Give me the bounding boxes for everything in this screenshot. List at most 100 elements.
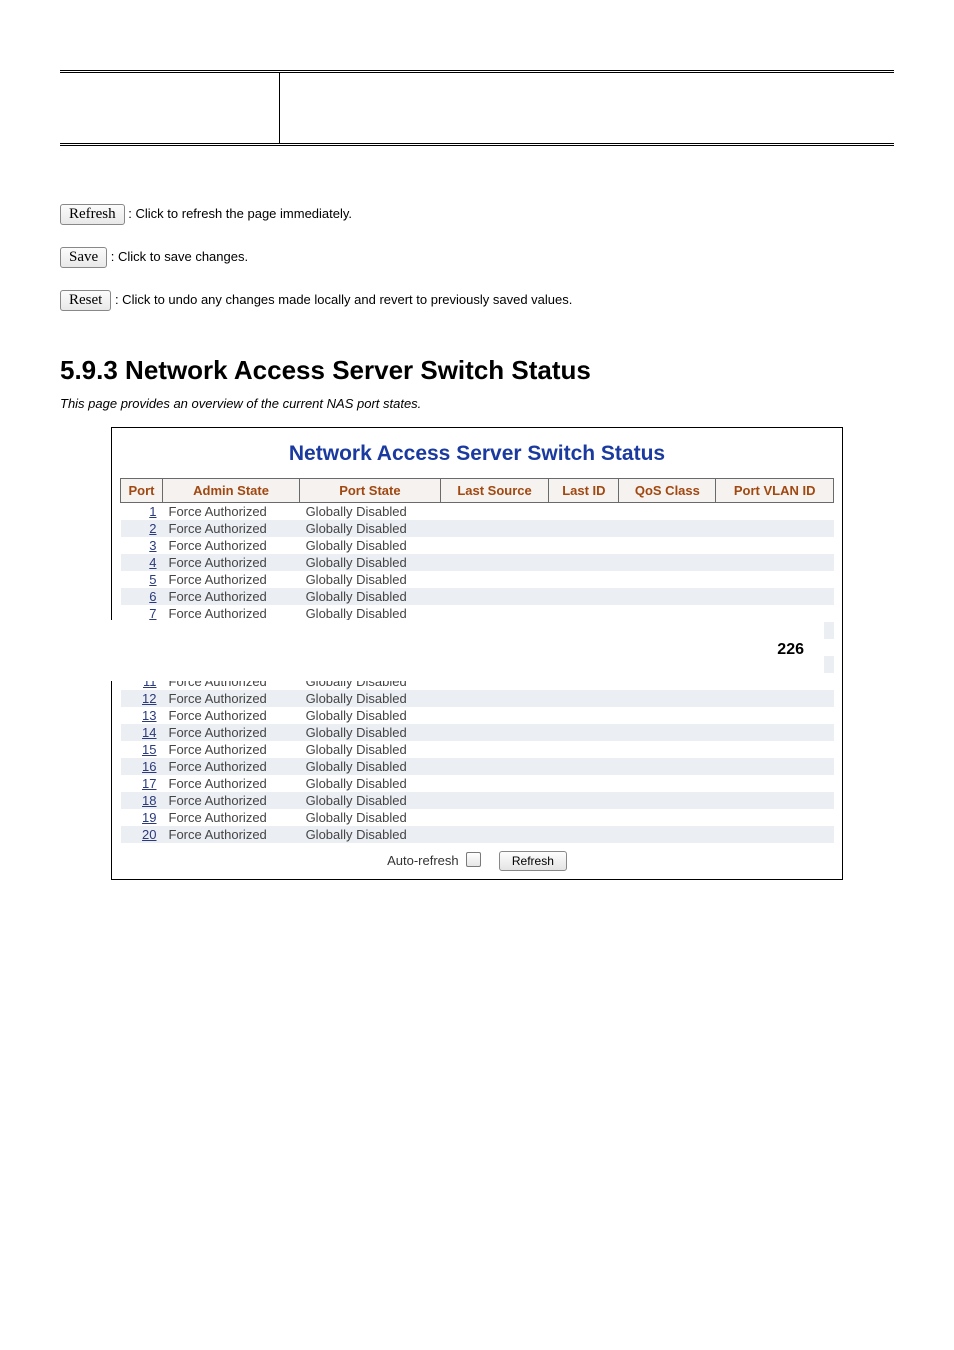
admin-state-cell: Force Authorized [163, 503, 300, 521]
vlan-cell [716, 690, 834, 707]
port-link[interactable]: 18 [121, 792, 163, 809]
port-state-cell: Globally Disabled [300, 809, 441, 826]
qos-cell [619, 724, 716, 741]
port-state-cell: Globally Disabled [300, 554, 441, 571]
port-state-cell: Globally Disabled [300, 707, 441, 724]
refresh-button[interactable]: Refresh [60, 204, 125, 225]
vlan-cell [716, 792, 834, 809]
panel-title: Network Access Server Switch Status [112, 428, 842, 478]
port-state-cell: Globally Disabled [300, 690, 441, 707]
qos-cell [619, 588, 716, 605]
last-id-cell [549, 503, 619, 521]
qos-cell [619, 758, 716, 775]
last-source-cell [440, 724, 549, 741]
col-qos-class: QoS Class [619, 479, 716, 503]
admin-state-cell: Force Authorized [163, 707, 300, 724]
port-link[interactable]: 19 [121, 809, 163, 826]
vlan-cell [716, 809, 834, 826]
admin-state-cell: Force Authorized [163, 537, 300, 554]
last-source-cell [440, 741, 549, 758]
save-button[interactable]: Save [60, 247, 107, 268]
admin-state-cell: Force Authorized [163, 690, 300, 707]
port-link[interactable]: 5 [121, 571, 163, 588]
port-link[interactable]: 20 [121, 826, 163, 843]
last-source-cell [440, 537, 549, 554]
last-source-cell [440, 588, 549, 605]
port-state-cell: Globally Disabled [300, 520, 441, 537]
qos-cell [619, 707, 716, 724]
qos-cell [619, 826, 716, 843]
qos-cell [619, 503, 716, 521]
panel-refresh-button[interactable]: Refresh [499, 851, 567, 871]
port-link[interactable]: 6 [121, 588, 163, 605]
qos-cell [619, 741, 716, 758]
table-header-row: Port Admin State Port State Last Source … [121, 479, 834, 503]
port-link[interactable]: 3 [121, 537, 163, 554]
section-heading: 5.9.3 Network Access Server Switch Statu… [60, 355, 894, 386]
last-source-cell [440, 554, 549, 571]
table-row: 17Force AuthorizedGlobally Disabled [121, 775, 834, 792]
table-row: 2Force AuthorizedGlobally Disabled [121, 520, 834, 537]
last-id-cell [549, 571, 619, 588]
port-state-cell: Globally Disabled [300, 724, 441, 741]
port-state-cell: Globally Disabled [300, 826, 441, 843]
table-row: 15Force AuthorizedGlobally Disabled [121, 741, 834, 758]
port-state-cell: Globally Disabled [300, 792, 441, 809]
qos-cell [619, 520, 716, 537]
auto-refresh-label: Auto-refresh [387, 853, 459, 868]
port-state-cell: Globally Disabled [300, 571, 441, 588]
vlan-cell [716, 588, 834, 605]
vlan-cell [716, 537, 834, 554]
port-link[interactable]: 12 [121, 690, 163, 707]
last-id-cell [549, 741, 619, 758]
table-row: 6Force AuthorizedGlobally Disabled [121, 588, 834, 605]
vlan-cell [716, 707, 834, 724]
last-source-cell [440, 707, 549, 724]
admin-state-cell: Force Authorized [163, 554, 300, 571]
vlan-cell [716, 741, 834, 758]
reset-row: Reset : Click to undo any changes made l… [60, 286, 894, 315]
section-caption: This page provides an overview of the cu… [60, 396, 894, 411]
col-port-vlan: Port VLAN ID [716, 479, 834, 503]
last-id-cell [549, 707, 619, 724]
port-link[interactable]: 2 [121, 520, 163, 537]
last-id-cell [549, 554, 619, 571]
admin-state-cell: Force Authorized [163, 758, 300, 775]
admin-state-cell: Force Authorized [163, 809, 300, 826]
last-source-cell [440, 520, 549, 537]
vlan-cell [716, 724, 834, 741]
port-state-cell: Globally Disabled [300, 758, 441, 775]
auto-refresh-checkbox[interactable] [466, 852, 481, 867]
qos-cell [619, 554, 716, 571]
last-source-cell [440, 775, 549, 792]
port-link[interactable]: 16 [121, 758, 163, 775]
admin-state-cell: Force Authorized [163, 792, 300, 809]
overlay-page-number: 226 [777, 641, 804, 659]
vlan-cell [716, 503, 834, 521]
port-link[interactable]: 1 [121, 503, 163, 521]
port-link[interactable]: 15 [121, 741, 163, 758]
col-last-source: Last Source [440, 479, 549, 503]
table-row: 5Force AuthorizedGlobally Disabled [121, 571, 834, 588]
port-link[interactable]: 4 [121, 554, 163, 571]
reset-button[interactable]: Reset [60, 290, 111, 311]
admin-state-cell: Force Authorized [163, 520, 300, 537]
table-row: 16Force AuthorizedGlobally Disabled [121, 758, 834, 775]
qos-cell [619, 792, 716, 809]
table-row: 18Force AuthorizedGlobally Disabled [121, 792, 834, 809]
port-link[interactable]: 17 [121, 775, 163, 792]
last-id-cell [549, 537, 619, 554]
last-id-cell [549, 588, 619, 605]
port-link[interactable]: 13 [121, 707, 163, 724]
port-link[interactable]: 14 [121, 724, 163, 741]
last-id-cell [549, 792, 619, 809]
admin-state-cell: Force Authorized [163, 571, 300, 588]
port-state-cell: Globally Disabled [300, 775, 441, 792]
admin-state-cell: Force Authorized [163, 741, 300, 758]
vlan-cell [716, 571, 834, 588]
table-row: 20Force AuthorizedGlobally Disabled [121, 826, 834, 843]
col-port: Port [121, 479, 163, 503]
table-row: 13Force AuthorizedGlobally Disabled [121, 707, 834, 724]
last-source-cell [440, 758, 549, 775]
qos-cell [619, 537, 716, 554]
